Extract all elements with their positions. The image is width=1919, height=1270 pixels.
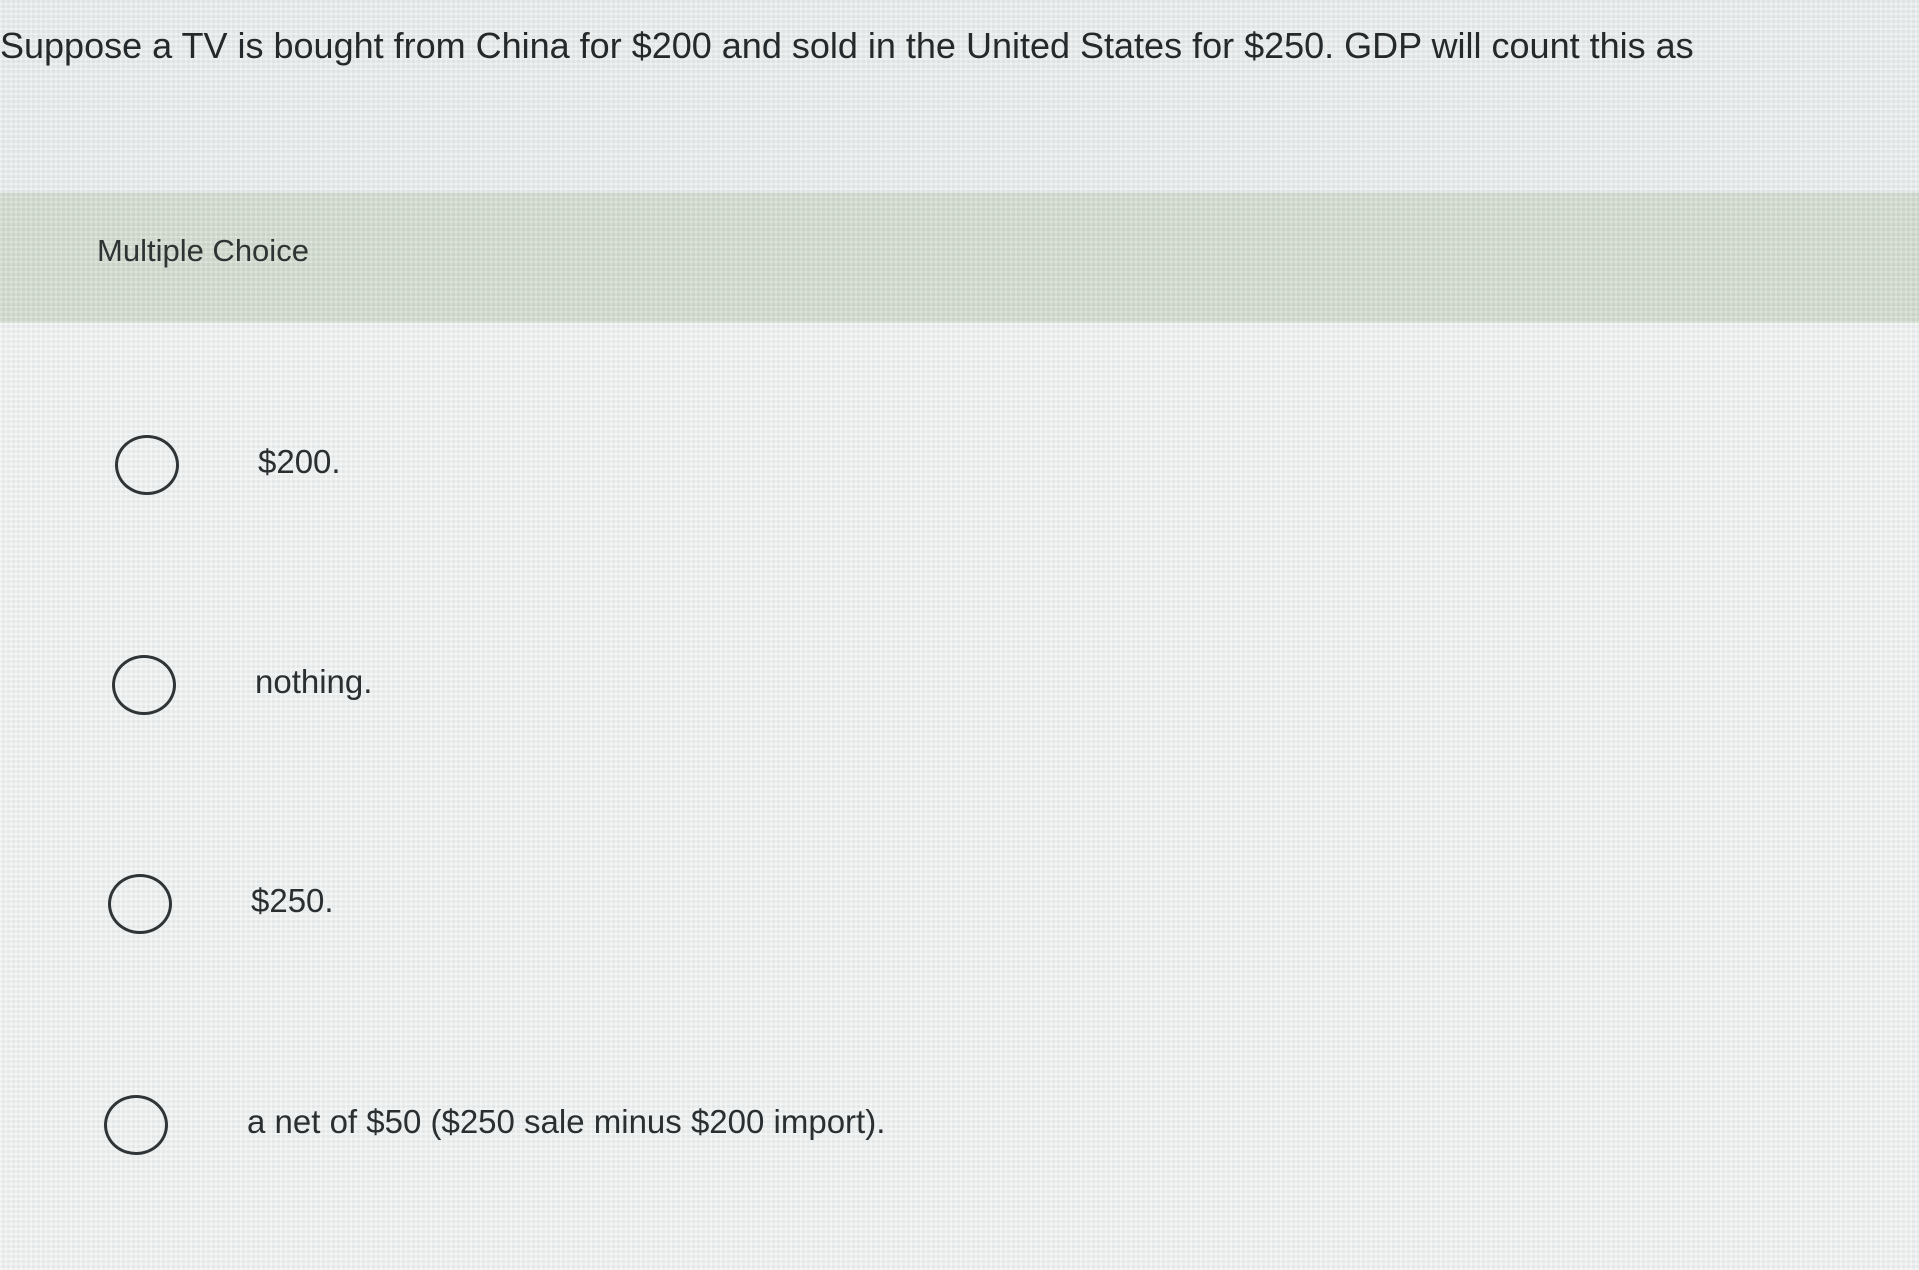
answer-option-2[interactable]: nothing. [112,655,712,735]
answer-option-4[interactable]: a net of $50 ($250 sale minus $200 impor… [104,1095,1004,1175]
radio-unchecked-icon[interactable] [108,874,172,934]
answer-option-label[interactable]: a net of $50 ($250 sale minus $200 impor… [247,1103,885,1141]
multiple-choice-label: Multiple Choice [97,233,309,268]
answer-option-1[interactable]: $200. [115,435,715,515]
answer-option-label[interactable]: $250. [251,882,334,920]
radio-unchecked-icon[interactable] [112,655,176,715]
answer-option-label[interactable]: nothing. [255,663,372,701]
multiple-choice-header: Multiple Choice [0,193,1919,323]
answer-option-label[interactable]: $200. [258,443,341,481]
answer-options: $200. nothing. $250. a net of $50 ($250 … [0,323,1919,1270]
radio-unchecked-icon[interactable] [115,435,179,495]
answer-option-3[interactable]: $250. [108,874,708,954]
radio-unchecked-icon[interactable] [104,1095,168,1155]
question-text: Suppose a TV is bought from China for $2… [0,25,1694,66]
